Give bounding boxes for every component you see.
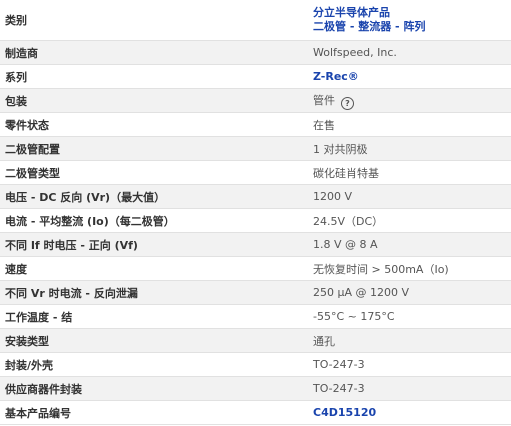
attr-row-manufacturer: 制造商 Wolfspeed, Inc. — [0, 40, 511, 65]
attr-label-reverse-leakage: 不同 Vr 时电流 - 反向泄漏 — [5, 286, 138, 300]
attr-label-package-case: 封装/外壳 — [5, 358, 54, 372]
attr-value-reverse-leakage: 250 µA @ 1200 V — [313, 286, 410, 299]
packaging-value: 管件 — [313, 93, 335, 107]
attr-label-packaging: 包装 — [5, 94, 27, 108]
attr-label-speed: 速度 — [5, 262, 27, 276]
question-circle-icon[interactable]: ? — [341, 96, 354, 110]
attr-value-speed: 无恢复时间 > 500mA（Io) — [313, 262, 449, 276]
attr-row-series: 系列 Z-Rec® — [0, 65, 511, 89]
attr-value-forward-voltage: 1.8 V @ 8 A — [313, 238, 378, 251]
base-product-number-link[interactable]: C4D15120 — [313, 406, 376, 419]
attr-value-manufacturer: Wolfspeed, Inc. — [313, 46, 397, 59]
attr-row-mounting-type: 安装类型 通孔 — [0, 328, 511, 353]
attr-label-series: 系列 — [5, 70, 27, 84]
attr-row-supplier-package: 供应商器件封装 TO-247-3 — [0, 376, 511, 401]
product-attributes-table: 类别 分立半导体产品 二极管 - 整流器 - 阵列 制造商 Wolfspeed,… — [0, 0, 511, 425]
attr-label-base-product-number: 基本产品编号 — [5, 406, 71, 420]
attr-value-package-case: TO-247-3 — [313, 358, 365, 371]
attr-label-forward-voltage: 不同 If 时电压 - 正向 (Vf) — [5, 238, 138, 252]
attr-value-series: Z-Rec® — [308, 65, 511, 89]
attr-row-base-product-number: 基本产品编号 C4D15120 — [0, 401, 511, 425]
category-link-discrete[interactable]: 分立半导体产品 — [313, 6, 511, 20]
attr-value-diode-config: 1 对共阴极 — [313, 142, 368, 156]
attr-label-diode-type: 二极管类型 — [5, 166, 60, 180]
attr-value-packaging: 管件? — [308, 89, 511, 113]
attr-value-category: 分立半导体产品 二极管 - 整流器 - 阵列 — [308, 0, 511, 41]
attr-label-manufacturer: 制造商 — [5, 46, 38, 60]
attr-row-diode-config: 二极管配置 1 对共阴极 — [0, 136, 511, 161]
attr-row-part-status: 零件状态 在售 — [0, 113, 511, 137]
attr-row-rectified-current: 电流 - 平均整流 (Io)（每二极管） 24.5V（DC） — [0, 209, 511, 233]
attr-label-rectified-current: 电流 - 平均整流 (Io)（每二极管） — [5, 214, 175, 228]
series-link[interactable]: Z-Rec® — [313, 70, 359, 83]
attr-label-junction-temp: 工作温度 - 结 — [5, 310, 73, 324]
attr-label-reverse-voltage: 电压 - DC 反向 (Vr)（最大值） — [5, 190, 166, 204]
attr-value-supplier-package: TO-247-3 — [313, 382, 365, 395]
attr-value-part-status: 在售 — [313, 118, 335, 132]
attr-row-reverse-voltage: 电压 - DC 反向 (Vr)（最大值） 1200 V — [0, 184, 511, 209]
attr-row-junction-temp: 工作温度 - 结 -55°C ~ 175°C — [0, 305, 511, 329]
attr-row-speed: 速度 无恢复时间 > 500mA（Io) — [0, 257, 511, 281]
attr-row-reverse-leakage: 不同 Vr 时电流 - 反向泄漏 250 µA @ 1200 V — [0, 280, 511, 305]
attr-row-package-case: 封装/外壳 TO-247-3 — [0, 353, 511, 377]
attr-label-category: 类别 — [5, 14, 27, 27]
attr-value-diode-type: 碳化硅肖特基 — [313, 166, 379, 180]
attr-label-supplier-package: 供应商器件封装 — [5, 382, 82, 396]
attr-row-packaging: 包装 管件? — [0, 88, 511, 113]
attr-row-forward-voltage: 不同 If 时电压 - 正向 (Vf) 1.8 V @ 8 A — [0, 232, 511, 257]
attr-value-junction-temp: -55°C ~ 175°C — [313, 310, 395, 323]
attr-label-part-status: 零件状态 — [5, 118, 49, 132]
attr-row-category: 类别 分立半导体产品 二极管 - 整流器 - 阵列 — [0, 0, 511, 41]
attr-label-diode-config: 二极管配置 — [5, 142, 60, 156]
category-link-diode-rectifier-array[interactable]: 二极管 - 整流器 - 阵列 — [313, 20, 511, 34]
attr-label-mounting-type: 安装类型 — [5, 334, 49, 348]
attr-value-rectified-current: 24.5V（DC） — [313, 214, 384, 228]
attr-value-mounting-type: 通孔 — [313, 334, 335, 348]
attr-row-diode-type: 二极管类型 碳化硅肖特基 — [0, 161, 511, 185]
attr-value-reverse-voltage: 1200 V — [313, 190, 353, 203]
attr-value-base-product-number: C4D15120 — [308, 401, 511, 425]
